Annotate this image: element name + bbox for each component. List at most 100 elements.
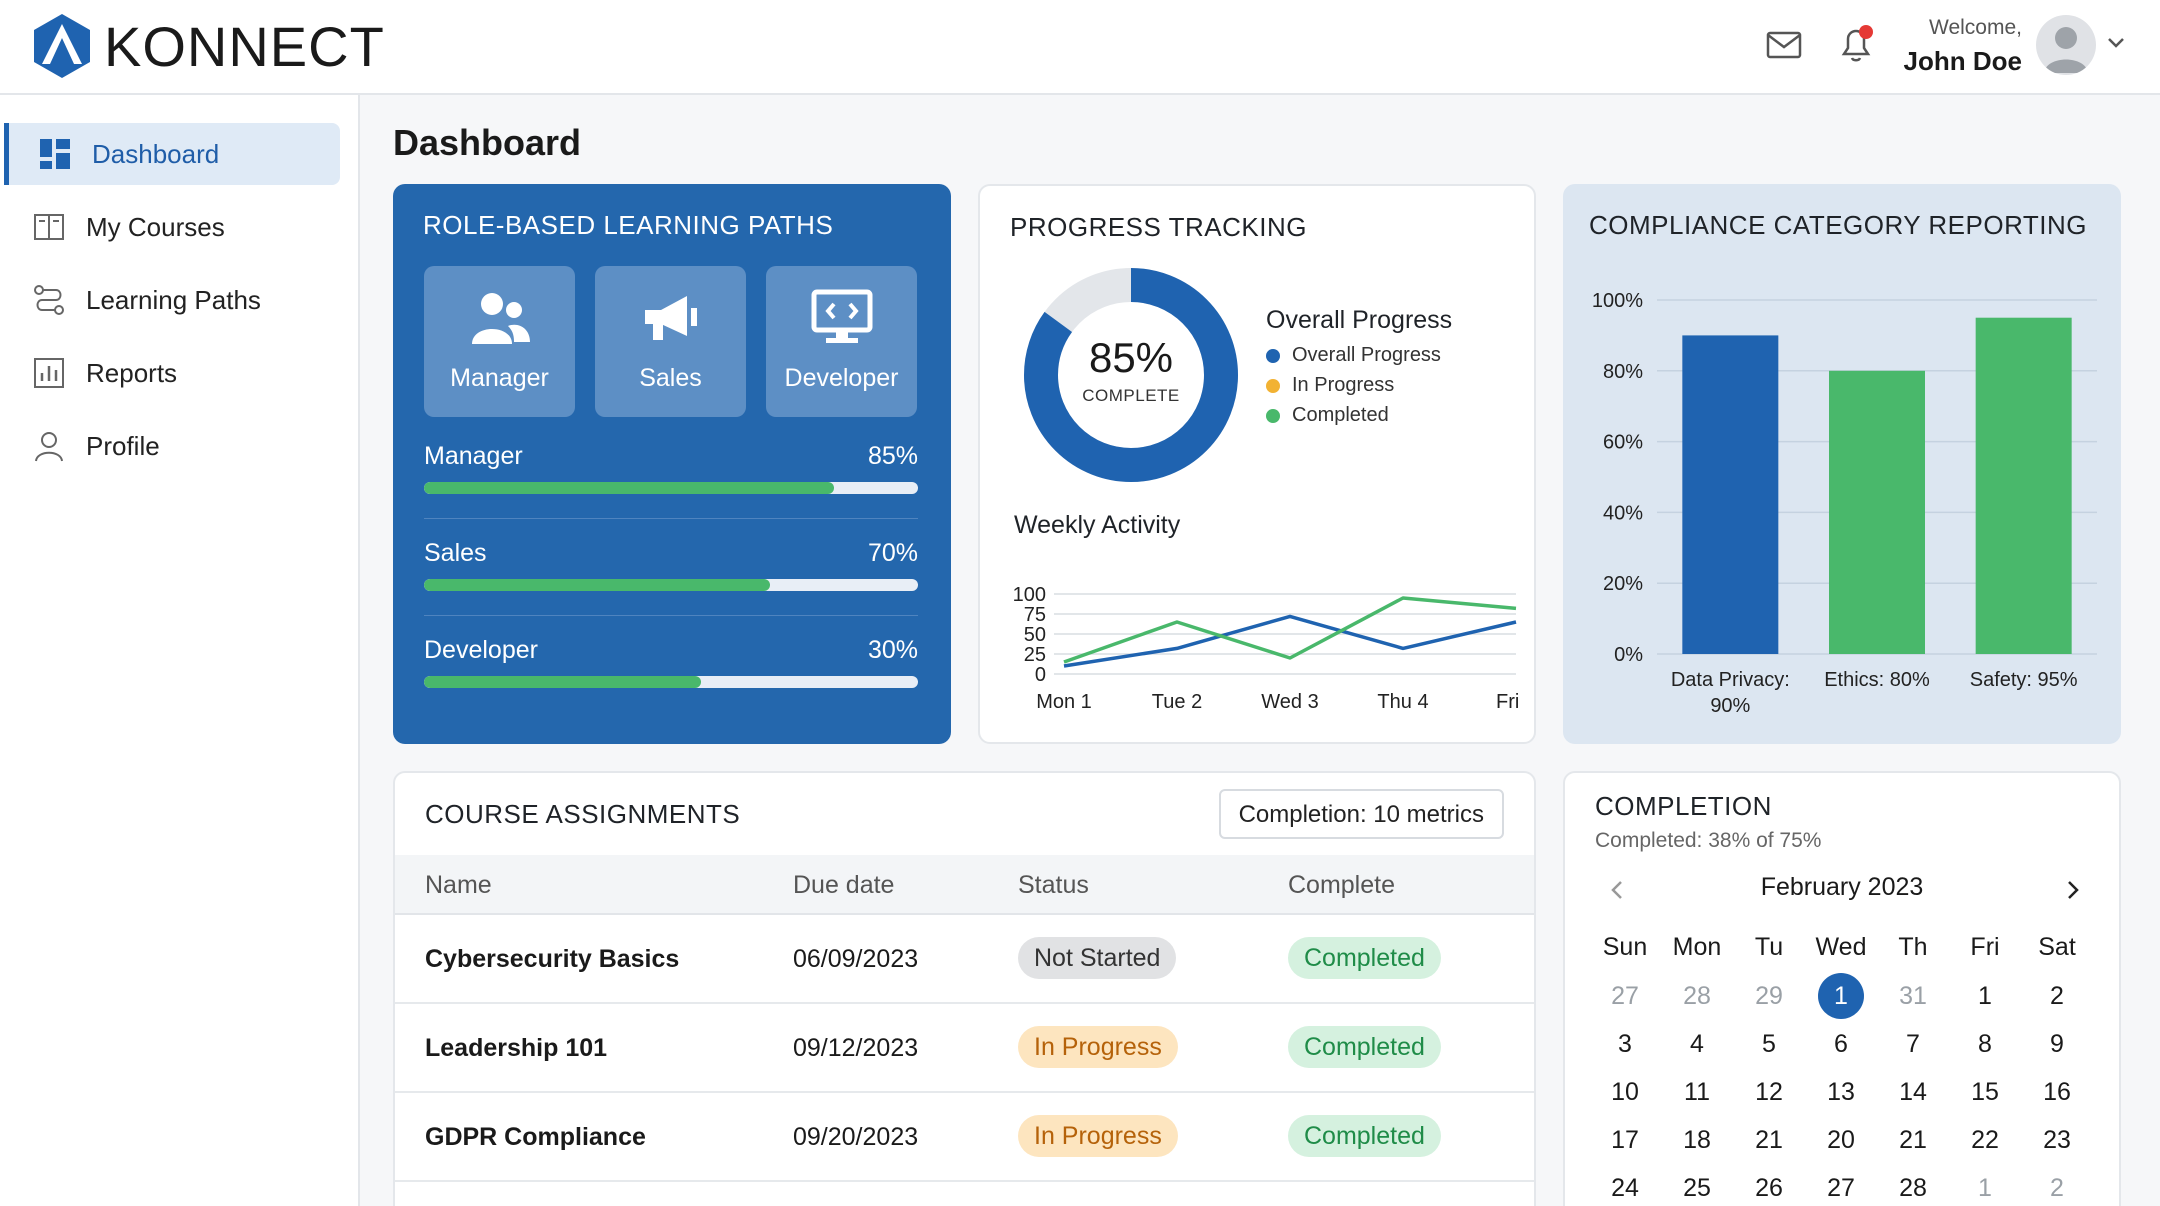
calendar-day[interactable]: 27 bbox=[1818, 1165, 1864, 1206]
calendar-day[interactable]: 18 bbox=[1674, 1117, 1720, 1163]
legend-label: Completed bbox=[1292, 404, 1389, 426]
legend-item-in-progress: In Progress bbox=[1266, 374, 1394, 397]
column-header-name[interactable]: Name bbox=[425, 871, 492, 900]
role-tile-label: Sales bbox=[639, 364, 702, 392]
course-name[interactable]: GDPR Compliance bbox=[425, 1123, 646, 1152]
calendar-day[interactable]: 26 bbox=[1746, 1165, 1792, 1206]
calendar-day[interactable]: 16 bbox=[2034, 1069, 2080, 1115]
calendar-day[interactable]: 11 bbox=[1674, 1069, 1720, 1115]
calendar-day[interactable]: 15 bbox=[1962, 1069, 2008, 1115]
completion-metrics-button[interactable]: Completion: 10 metrics bbox=[1218, 789, 1504, 839]
card-title: COMPLETION bbox=[1595, 791, 1772, 821]
due-date: 09/12/2023 bbox=[793, 1034, 919, 1062]
avatar[interactable] bbox=[2036, 15, 2096, 75]
column-header-due-date[interactable]: Due date bbox=[793, 871, 894, 900]
column-header-status[interactable]: Status bbox=[1018, 871, 1089, 900]
legend-label: Overall Progress bbox=[1292, 344, 1441, 366]
path-icon bbox=[34, 285, 64, 315]
course-name[interactable]: Leadership 101 bbox=[425, 1034, 607, 1063]
role-tile-developer[interactable]: Developer bbox=[766, 266, 917, 417]
table-header: Name Due date Status Complete bbox=[395, 855, 1534, 915]
x-tick-label: Data Privacy: bbox=[1671, 669, 1790, 691]
calendar-day[interactable]: 20 bbox=[1818, 1117, 1864, 1163]
brand-name[interactable]: KONNECT bbox=[104, 14, 385, 79]
sidebar-item-reports[interactable]: Reports bbox=[4, 342, 340, 404]
calendar-day[interactable]: 5 bbox=[1746, 1021, 1792, 1067]
calendar-day[interactable]: 24 bbox=[1602, 1165, 1648, 1206]
x-tick-label: Fri 6 bbox=[1496, 691, 1524, 713]
divider bbox=[424, 615, 918, 616]
calendar-day[interactable]: 2 bbox=[2034, 973, 2080, 1019]
progress-percent: 70% bbox=[867, 539, 918, 567]
calendar-day[interactable]: 8 bbox=[1962, 1021, 2008, 1067]
y-tick-label: 25 bbox=[1024, 644, 1046, 666]
sidebar-item-learning-paths[interactable]: Learning Paths bbox=[4, 269, 340, 331]
calendar-day[interactable]: 12 bbox=[1746, 1069, 1792, 1115]
calendar-day[interactable]: 1 bbox=[1962, 1165, 2008, 1206]
calendar-day[interactable]: 2 bbox=[2034, 1165, 2080, 1206]
mail-icon[interactable] bbox=[1766, 30, 1802, 60]
progress-label: Manager bbox=[424, 442, 523, 470]
x-tick-label: Tue 2 bbox=[1152, 691, 1202, 713]
calendar-day[interactable]: 31 bbox=[1890, 973, 1936, 1019]
table-row[interactable]: GDPR Compliance 09/20/2023 In Progress C… bbox=[395, 1093, 1534, 1182]
avatar-person-icon bbox=[2044, 27, 2088, 73]
calendar-day[interactable]: 21 bbox=[1890, 1117, 1936, 1163]
role-tile-sales[interactable]: Sales bbox=[595, 266, 746, 417]
calendar-day[interactable]: 4 bbox=[1674, 1021, 1720, 1067]
sidebar-item-dashboard[interactable]: Dashboard bbox=[4, 123, 340, 185]
status-badge: In Progress bbox=[1018, 1115, 1178, 1157]
sidebar-item-label: My Courses bbox=[86, 211, 225, 242]
progress-label: Developer bbox=[424, 636, 538, 664]
calendar-day[interactable]: 25 bbox=[1674, 1165, 1720, 1206]
table-row[interactable]: Cybersecurity Basics 06/09/2023 Not Star… bbox=[395, 915, 1534, 1004]
x-tick-label: Wed 3 bbox=[1261, 691, 1318, 713]
calendar-day[interactable]: 27 bbox=[1602, 973, 1648, 1019]
divider bbox=[424, 518, 918, 519]
calendar-day[interactable]: 13 bbox=[1818, 1069, 1864, 1115]
megaphone-icon bbox=[645, 296, 697, 340]
due-date: 09/20/2023 bbox=[793, 1123, 919, 1151]
course-name[interactable]: Cybersecurity Basics bbox=[425, 945, 679, 974]
column-header-complete[interactable]: Complete bbox=[1288, 871, 1395, 900]
calendar-day[interactable]: 1 bbox=[1962, 973, 2008, 1019]
calendar-day[interactable]: 10 bbox=[1602, 1069, 1648, 1115]
complete-badge: Completed bbox=[1288, 1026, 1441, 1068]
calendar-day[interactable]: 23 bbox=[2034, 1117, 2080, 1163]
bar bbox=[1829, 370, 1925, 654]
monitor-code-icon bbox=[811, 289, 873, 343]
calendar-day[interactable]: 3 bbox=[1602, 1021, 1648, 1067]
sidebar-item-label: Reports bbox=[86, 357, 178, 388]
calendar-weekday: Tu bbox=[1754, 933, 1784, 961]
calendar-day[interactable]: 28 bbox=[1890, 1165, 1936, 1206]
chevron-right-icon[interactable] bbox=[2065, 879, 2081, 901]
calendar-day-selected[interactable]: 1 bbox=[1818, 973, 1864, 1019]
role-tile-manager[interactable]: Manager bbox=[424, 266, 575, 417]
calendar-day[interactable]: 7 bbox=[1890, 1021, 1936, 1067]
card-title: ROLE-BASED LEARNING PATHS bbox=[423, 210, 834, 240]
calendar-day[interactable]: 14 bbox=[1890, 1069, 1936, 1115]
user-name[interactable]: John Doe bbox=[1904, 46, 2022, 77]
notification-bell-icon[interactable] bbox=[1838, 24, 1874, 64]
calendar-day[interactable]: 29 bbox=[1746, 973, 1792, 1019]
completion-calendar-card: COMPLETION Completed: 38% of 75% Februar… bbox=[1563, 771, 2121, 1206]
calendar-day[interactable]: 21 bbox=[1746, 1117, 1792, 1163]
table-row[interactable]: Leadership 101 09/12/2023 In Progress Co… bbox=[395, 1004, 1534, 1093]
progress-track bbox=[424, 579, 918, 591]
calendar-day[interactable]: 22 bbox=[1962, 1117, 2008, 1163]
progress-fill bbox=[424, 482, 835, 494]
sidebar-item-my-courses[interactable]: My Courses bbox=[4, 196, 340, 258]
calendar-day[interactable]: 28 bbox=[1674, 973, 1720, 1019]
compliance-category-reporting-card: COMPLIANCE CATEGORY REPORTING 100% 80% 60%… bbox=[1563, 184, 2121, 744]
chevron-down-icon[interactable] bbox=[2106, 36, 2126, 50]
legend-item-completed: Completed bbox=[1266, 404, 1389, 427]
compliance-bar-chart: 100% 80% 60% 40% 20% 0% Data Privacy: 90% Ethics… bbox=[1592, 290, 2097, 717]
progress-fill bbox=[424, 579, 770, 591]
calendar-day[interactable]: 6 bbox=[1818, 1021, 1864, 1067]
sidebar-item-profile[interactable]: Profile bbox=[4, 415, 340, 477]
calendar-day[interactable]: 9 bbox=[2034, 1021, 2080, 1067]
y-tick-label: 75 bbox=[1024, 604, 1046, 626]
weekly-activity-line-chart: 1007550250 Mon 1 Tue 2 Wed 3 Thu 4 Fri 6 bbox=[1013, 584, 1524, 713]
calendar-day[interactable]: 17 bbox=[1602, 1117, 1648, 1163]
role-based-learning-paths-card: ROLE-BASED LEARNING PATHS Manager Sales … bbox=[393, 184, 951, 744]
